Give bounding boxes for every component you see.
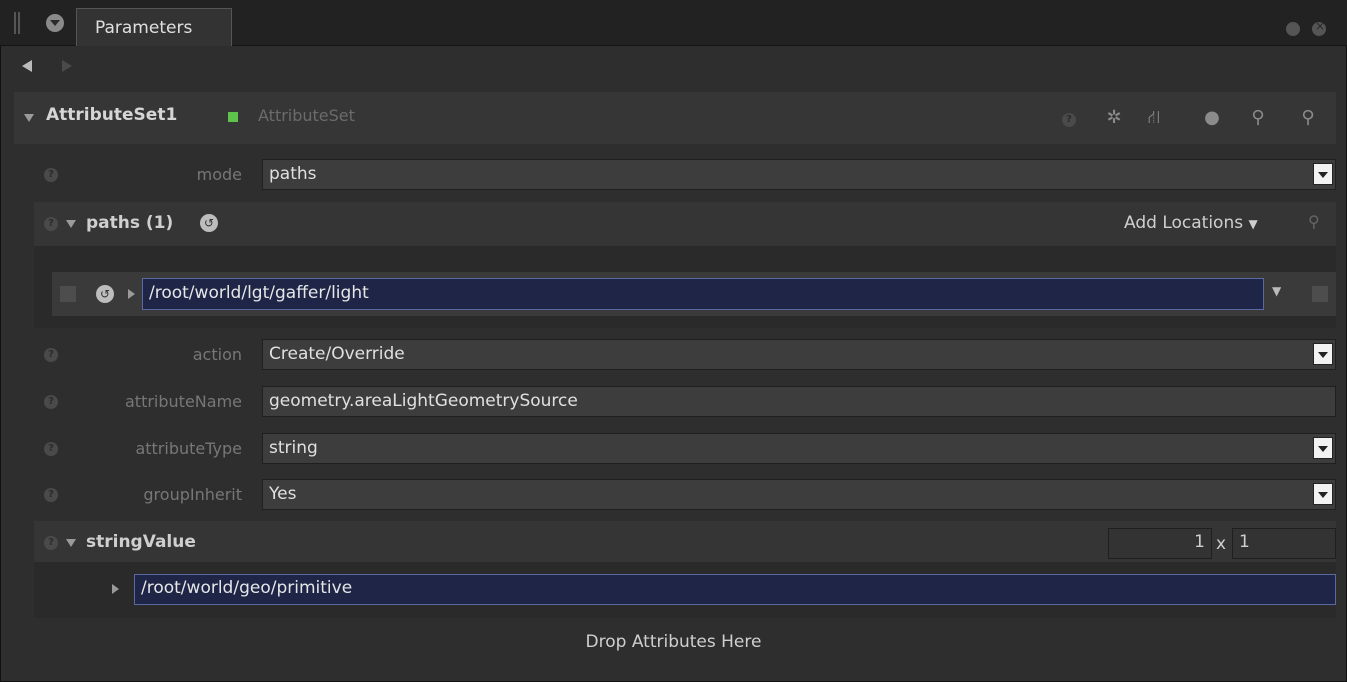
path-field[interactable]: /root/world/lgt/gaffer/light xyxy=(142,278,1264,310)
mode-label: mode xyxy=(196,165,242,184)
stringValue-field[interactable]: /root/world/geo/primitive xyxy=(134,574,1336,605)
groupInherit-label: groupInherit xyxy=(143,485,242,504)
attributeName-input[interactable]: geometry.areaLightGeometrySource xyxy=(262,386,1336,417)
action-dropdown[interactable]: Create/Override xyxy=(262,339,1336,370)
add-locations-label: Add Locations xyxy=(1124,213,1244,233)
attributeType-label: attributeType xyxy=(135,439,242,458)
row-handle-icon[interactable] xyxy=(60,286,76,302)
help-icon[interactable]: ? xyxy=(44,348,58,362)
drop-attributes-hint: Drop Attributes Here xyxy=(585,632,762,652)
reset-icon[interactable]: ↺ xyxy=(96,285,114,303)
reset-icon[interactable]: ↺ xyxy=(200,214,218,232)
comment-icon[interactable]: ● xyxy=(1200,106,1224,130)
chevron-down-icon[interactable] xyxy=(1313,437,1333,459)
node-name[interactable]: AttributeSet1 xyxy=(46,105,177,125)
paths-label: paths (1) xyxy=(86,213,174,233)
gear-icon[interactable]: ✲ xyxy=(1102,106,1126,130)
mode-value: paths xyxy=(269,164,317,184)
wrench-icon[interactable]: ⚲ xyxy=(1246,106,1270,130)
help-icon[interactable]: ? xyxy=(44,395,58,409)
tab-label: Parameters xyxy=(95,18,193,38)
expand-path-icon[interactable] xyxy=(128,289,135,299)
chevron-down-icon[interactable] xyxy=(1313,483,1333,505)
maximize-icon[interactable] xyxy=(1286,22,1300,36)
dimension-separator: x xyxy=(1216,534,1227,554)
expand-value-icon[interactable] xyxy=(112,584,119,594)
stringValue-label: stringValue xyxy=(86,532,196,552)
tab-parameters[interactable]: Parameters xyxy=(76,8,232,46)
remove-path-icon[interactable] xyxy=(1312,286,1328,302)
rows-input[interactable]: 1 xyxy=(1108,528,1212,559)
help-icon[interactable]: ? xyxy=(44,536,58,550)
tab-menu-icon[interactable] xyxy=(46,14,64,32)
chevron-down-icon: ▼ xyxy=(1248,217,1258,231)
node-status-indicator xyxy=(228,112,238,122)
mode-dropdown[interactable]: paths xyxy=(262,159,1336,190)
search-icon[interactable]: ⚲ xyxy=(1308,212,1320,231)
chevron-down-icon[interactable] xyxy=(1313,163,1333,185)
add-locations-button[interactable]: Add Locations ▼ xyxy=(1124,213,1258,233)
collapse-node-icon[interactable] xyxy=(24,114,34,122)
help-icon[interactable]: ? xyxy=(44,217,58,231)
cols-input[interactable]: 1 xyxy=(1232,528,1336,559)
collapse-stringValue-icon[interactable] xyxy=(66,539,76,547)
attributeType-dropdown[interactable]: string xyxy=(262,433,1336,464)
help-icon[interactable]: ? xyxy=(1062,113,1076,127)
help-icon[interactable]: ? xyxy=(44,488,58,502)
node-type: AttributeSet xyxy=(258,106,355,125)
attributeType-value: string xyxy=(269,438,318,458)
help-icon[interactable]: ? xyxy=(44,442,58,456)
attributeName-label: attributeName xyxy=(125,392,242,411)
groupInherit-value: Yes xyxy=(269,484,297,504)
attributeName-value: geometry.areaLightGeometrySource xyxy=(269,391,578,411)
groupInherit-dropdown[interactable]: Yes xyxy=(262,479,1336,510)
action-label: action xyxy=(192,345,242,364)
node-header xyxy=(14,92,1336,144)
drag-grip-icon[interactable] xyxy=(14,12,20,34)
collapse-paths-icon[interactable] xyxy=(66,220,76,228)
node-graph-icon[interactable]: ⛙ xyxy=(1142,106,1166,130)
path-dropdown-icon[interactable]: ▼ xyxy=(1272,284,1281,298)
forward-arrow-icon[interactable] xyxy=(62,60,72,72)
action-value: Create/Override xyxy=(269,344,405,364)
search-icon[interactable]: ⚲ xyxy=(1296,106,1320,130)
close-icon[interactable] xyxy=(1312,19,1326,36)
help-icon[interactable]: ? xyxy=(44,168,58,182)
chevron-down-icon[interactable] xyxy=(1313,343,1333,365)
back-arrow-icon[interactable] xyxy=(22,60,32,72)
